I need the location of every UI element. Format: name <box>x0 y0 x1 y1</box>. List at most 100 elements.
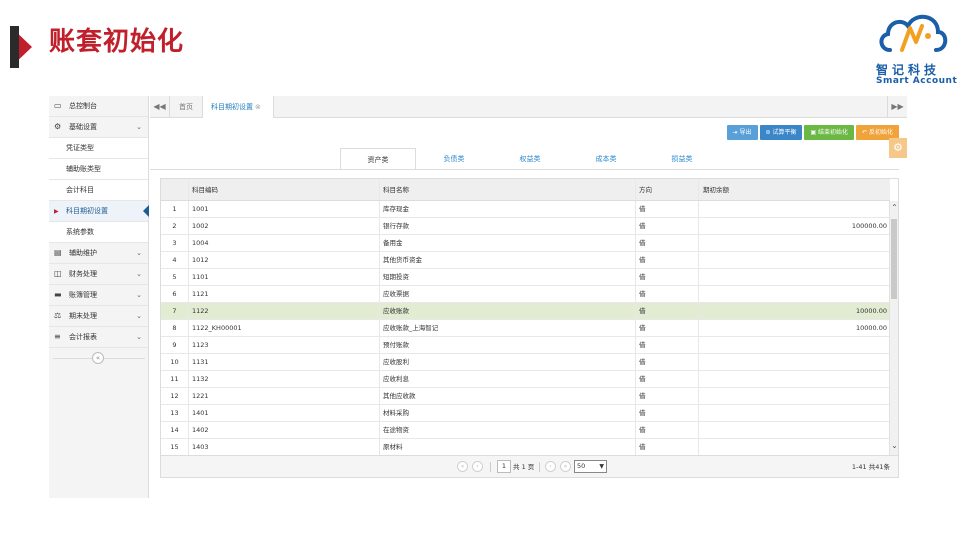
cell-code: 1132 <box>190 371 380 387</box>
cell-balance[interactable] <box>700 252 889 268</box>
slide-title: 账套初始化 <box>49 27 185 57</box>
tab-active-label: 科目期初设置 <box>211 103 253 111</box>
next-page-button[interactable]: › <box>545 461 556 472</box>
tab-active[interactable]: 科目期初设置 ⊗ <box>202 96 274 118</box>
table-row[interactable]: 15 1403 原材料借 <box>161 439 890 455</box>
cell-direction: 借 <box>637 337 699 353</box>
table-row[interactable]: 13 1401 材料采购借 <box>161 405 890 422</box>
cell-name: 应收股利 <box>381 354 636 370</box>
chevron-down-icon: ⌄ <box>136 291 142 299</box>
cell-balance[interactable] <box>700 337 889 353</box>
sidebar-item[interactable]: 凭证类型 <box>49 138 148 159</box>
balance-button[interactable]: ⊜ 试算平衡 <box>759 125 803 140</box>
table-row[interactable]: 9 1123 预付账款借 <box>161 337 890 354</box>
finish-button[interactable]: ▣ 结束初始化 <box>804 125 855 140</box>
table-row[interactable]: 4 1012 其他货币资金借 <box>161 252 890 269</box>
sidebar-item[interactable]: ▤ 辅助维护 ⌄ <box>49 243 148 264</box>
cell-balance[interactable] <box>700 354 889 370</box>
category-tab[interactable]: 损益类 <box>644 148 720 170</box>
sidebar-item[interactable]: ⚖ 期末处理 ⌄ <box>49 306 148 327</box>
sidebar-item[interactable]: 系统参数 <box>49 222 148 243</box>
tab-scroll-right-button[interactable]: ▶▶ <box>887 96 907 118</box>
main-panel: ◀◀ 首页 科目期初设置 ⊗ ▶▶ ⇥ 导出 ⊜ 试算平衡 ▣ 结束初始化 ↶ 反初始化… <box>150 96 907 498</box>
tab-scroll-left-button[interactable]: ◀◀ <box>150 96 170 118</box>
card-icon: ▤ <box>54 248 62 257</box>
cell-balance[interactable] <box>700 405 889 421</box>
cell-code: 1402 <box>190 422 380 438</box>
sidebar-item-label: 财务处理 <box>69 270 97 278</box>
scroll-up-icon[interactable]: ⌃ <box>890 203 898 213</box>
cell-code: 1221 <box>190 388 380 404</box>
table-row[interactable]: 12 1221 其他应收款借 <box>161 388 890 405</box>
sidebar-item[interactable]: ◫ 财务处理 ⌄ <box>49 264 148 285</box>
sidebar-item-label: 科目期初设置 <box>66 207 108 215</box>
gear-icon[interactable]: ⚙ <box>889 138 907 158</box>
sidebar-item[interactable]: ▭ 总控制台 <box>49 96 148 117</box>
scrollbar-thumb[interactable] <box>891 219 897 299</box>
cell-name: 应收账款 <box>381 303 636 319</box>
cell-direction: 借 <box>637 320 699 336</box>
cell-balance[interactable] <box>700 371 889 387</box>
finish-icon: ▣ <box>810 129 819 136</box>
cell-index: 7 <box>161 303 189 319</box>
cell-name: 材料采购 <box>381 405 636 421</box>
toolbar-button-label: 反初始化 <box>868 129 893 136</box>
sidebar-item[interactable]: ≡ 会计报表 ⌄ <box>49 327 148 348</box>
sidebar-item[interactable]: ⚙ 基础设置 ⌄ <box>49 117 148 138</box>
page-number-input[interactable]: 1 <box>497 460 511 473</box>
cell-name: 银行存款 <box>381 218 636 234</box>
page-size-select[interactable]: 50 ▼ <box>574 460 607 473</box>
category-tab[interactable]: 权益类 <box>492 148 568 170</box>
table-row[interactable]: 1 1001 库存现金借 <box>161 201 890 218</box>
cell-balance[interactable]: 10000.00 <box>700 320 889 336</box>
cell-balance[interactable] <box>700 286 889 302</box>
column-header-code[interactable]: 科目编码 <box>190 179 380 200</box>
sidebar-item[interactable]: 辅助账类型 <box>49 159 148 180</box>
first-page-button[interactable]: « <box>457 461 468 472</box>
sidebar-item[interactable]: ▬ 账簿管理 ⌄ <box>49 285 148 306</box>
cell-direction: 借 <box>637 286 699 302</box>
sidebar-item[interactable]: ▶ 科目期初设置 <box>49 201 149 222</box>
cell-direction: 借 <box>637 235 699 251</box>
category-tabs: 资产类 负债类 权益类 成本类 损益类 <box>340 148 720 170</box>
table-row[interactable]: 2 1002 银行存款借 100000.00 <box>161 218 890 235</box>
cell-balance[interactable]: 100000.00 <box>700 218 889 234</box>
category-tab[interactable]: 负债类 <box>416 148 492 170</box>
category-tab[interactable]: 成本类 <box>568 148 644 170</box>
tab-close-icon[interactable]: ⊗ <box>255 103 261 111</box>
scroll-down-icon[interactable]: ⌄ <box>890 441 898 451</box>
vertical-scrollbar[interactable]: ⌃ ⌄ <box>889 201 898 455</box>
column-header-balance[interactable]: 期初余额 <box>700 179 889 200</box>
table-row[interactable]: 3 1004 备用金借 <box>161 235 890 252</box>
sidebar-item-label: 凭证类型 <box>66 144 94 152</box>
pager-separator <box>490 462 491 472</box>
table-row[interactable]: 10 1131 应收股利借 <box>161 354 890 371</box>
cell-balance[interactable] <box>700 235 889 251</box>
cell-balance[interactable] <box>700 422 889 438</box>
page-total-suffix: 页 <box>527 463 535 471</box>
table-row[interactable]: 6 1121 应收票据借 <box>161 286 890 303</box>
sidebar-collapse-button[interactable]: « <box>92 352 104 364</box>
category-tab[interactable]: 资产类 <box>340 148 416 170</box>
table-row[interactable]: 7 1122 应收账款借 10000.00 <box>161 303 890 320</box>
cell-balance[interactable] <box>700 201 889 217</box>
cell-index: 2 <box>161 218 189 234</box>
cell-name: 在途物资 <box>381 422 636 438</box>
cell-balance[interactable] <box>700 388 889 404</box>
cell-balance[interactable] <box>700 439 889 455</box>
export-button[interactable]: ⇥ 导出 <box>726 125 758 140</box>
cell-balance[interactable]: 10000.00 <box>700 303 889 319</box>
record-summary: 1-41 共41条 <box>851 463 890 471</box>
tab-home[interactable]: 首页 <box>170 96 202 118</box>
table-row[interactable]: 8 1122_KH00001 应收账款_上海智记借 10000.00 <box>161 320 890 337</box>
table-row[interactable]: 5 1101 短期投资借 <box>161 269 890 286</box>
sidebar-item[interactable]: 会计科目 <box>49 180 148 201</box>
column-header-name[interactable]: 科目名称 <box>381 179 636 200</box>
last-page-button[interactable]: » <box>560 461 571 472</box>
prev-page-button[interactable]: ‹ <box>472 461 483 472</box>
column-header-direction[interactable]: 方向 <box>637 179 699 200</box>
table-row[interactable]: 11 1132 应收利息借 <box>161 371 890 388</box>
cell-balance[interactable] <box>700 269 889 285</box>
table-row[interactable]: 14 1402 在途物资借 <box>161 422 890 439</box>
cell-index: 1 <box>161 201 189 217</box>
